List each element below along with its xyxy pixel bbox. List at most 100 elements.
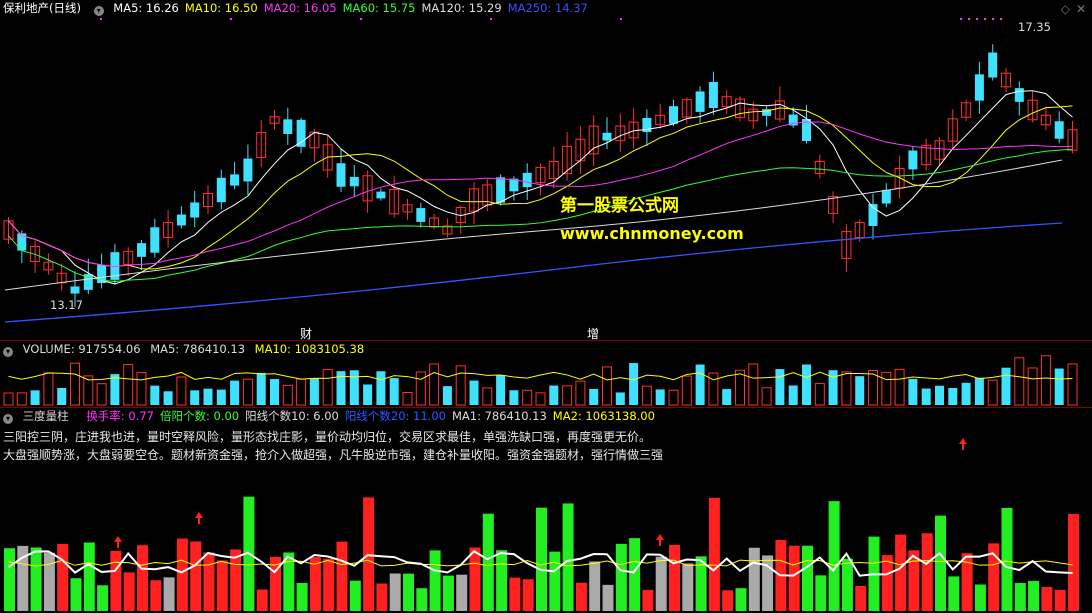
volume-bar xyxy=(921,388,931,405)
indicator-bar xyxy=(921,533,933,611)
candle-body xyxy=(988,52,998,78)
close-icon[interactable]: ✕ xyxy=(1076,2,1086,16)
indicator-bar xyxy=(682,563,694,611)
event-marker-2[interactable]: 增 xyxy=(587,325,599,340)
volume-bar xyxy=(496,375,506,405)
volume-bar xyxy=(429,363,440,406)
indicator-bar xyxy=(389,573,401,611)
volume-bar xyxy=(322,369,333,406)
watermark-url: www.chnmoney.com xyxy=(560,224,744,243)
candle-body xyxy=(695,91,705,112)
indicator-bar xyxy=(722,590,734,611)
volume-bar xyxy=(974,377,984,405)
indicator-bar xyxy=(110,550,122,611)
volume-bar xyxy=(1040,355,1051,406)
price-header: 保利地产(日线) ▾ MA5: 16.26 MA10: 16.50 MA20: 16… xyxy=(0,0,1092,16)
indicator-labels: 换手率: 0.77 倍阳个数: 0.00 阳线个数10: 6.00 阳线个数20: 1… xyxy=(86,409,661,423)
candle-body xyxy=(416,208,426,222)
indicator-bar xyxy=(296,582,308,611)
indicator-bar xyxy=(615,543,627,611)
candle-body xyxy=(150,227,160,253)
volume-bar xyxy=(123,364,134,406)
high-price-label: 17.35 xyxy=(1018,20,1051,34)
indicator-bar xyxy=(230,549,242,611)
indicator-bar xyxy=(1041,586,1053,611)
candle-body xyxy=(496,177,506,203)
indicator-bar xyxy=(815,575,827,611)
collapse-icon[interactable]: ▾ xyxy=(3,414,13,424)
price-panel[interactable]: 保利地产(日线) ▾ MA5: 16.26 MA10: 16.50 MA20: 16… xyxy=(0,0,1092,340)
signal-dot xyxy=(490,18,492,20)
volume-bar xyxy=(70,362,80,406)
indicator-bar xyxy=(549,551,561,611)
volume-bar xyxy=(668,389,679,406)
volume-bar xyxy=(575,380,586,406)
indicator-bar xyxy=(376,583,388,611)
volume-bar xyxy=(855,376,865,405)
indicator-bar xyxy=(57,543,69,611)
volume-bar xyxy=(641,385,652,406)
ma-label-2: MA20: 16.05 xyxy=(263,1,337,15)
event-marker-1[interactable]: 财 xyxy=(300,325,312,340)
volume-bar xyxy=(230,380,240,405)
indicator-bar xyxy=(589,561,601,611)
candle-body xyxy=(908,150,918,170)
volume-bar xyxy=(549,385,559,405)
volume-bar xyxy=(828,370,838,405)
volume-bar xyxy=(442,386,452,405)
ma-labels: MA5: 16.26 MA10: 16.50 MA20: 16.05 MA60: 15… xyxy=(113,1,594,15)
indicator-bar xyxy=(123,572,135,611)
volume-bar xyxy=(735,369,745,406)
indicator-bar xyxy=(1054,589,1066,611)
signal-dot xyxy=(984,18,986,20)
volume-bar xyxy=(761,387,772,406)
signal-dot xyxy=(230,18,232,20)
volume-bar xyxy=(190,390,200,405)
indicator-panel[interactable]: ▾ 三度量柱 换手率: 0.77 倍阳个数: 0.00 阳线个数10: 6.00 阳线… xyxy=(0,408,1092,613)
volume-bar xyxy=(629,363,639,405)
up-arrow-icon xyxy=(656,534,664,546)
signal-dot xyxy=(1000,18,1002,20)
indicator-bar xyxy=(748,547,760,611)
volume-bar xyxy=(961,382,971,405)
volume-panel[interactable]: ▾ VOLUME: 917554.06 MA5: 786410.13 MA10:… xyxy=(0,341,1092,407)
volume-bar xyxy=(296,378,307,406)
settings-icon[interactable]: ◇ xyxy=(1061,2,1070,16)
indicator-bar xyxy=(176,538,188,611)
indicator-bar xyxy=(416,588,428,611)
candle-body xyxy=(376,191,386,199)
indicator-label-1: 倍阳个数: 0.00 xyxy=(159,409,240,423)
collapse-icon[interactable]: ▾ xyxy=(93,6,104,16)
volume-bar xyxy=(455,365,466,406)
indicator-bar xyxy=(1014,582,1026,611)
indicator-bar xyxy=(137,545,148,611)
indicator-bar xyxy=(216,560,228,611)
indicator-bar xyxy=(629,538,641,611)
candlestick-chart[interactable] xyxy=(0,0,1092,340)
signal-dot xyxy=(620,18,622,20)
volume-bar xyxy=(176,376,187,406)
volume-bar xyxy=(3,392,14,406)
volume-bar xyxy=(309,378,319,405)
volume-bar xyxy=(256,372,266,405)
up-arrow-icon xyxy=(959,438,967,450)
indicator-bar xyxy=(522,579,534,611)
indicator-bar xyxy=(895,534,907,611)
candle-body xyxy=(708,82,718,108)
indicator-bar xyxy=(1068,513,1079,611)
signal-dot xyxy=(976,18,978,20)
volume-bar xyxy=(150,385,160,405)
indicator-label-3: 阳线个数20: 11.00 xyxy=(344,409,446,423)
indicator-note-2: 大盘强顺势涨，大盘弱要空仓。题材新资金强，抢介入做超强，凡牛股逆市强，建仓补量收… xyxy=(3,448,664,462)
indicator-label-5: MA2: 1063138.00 xyxy=(552,409,655,423)
indicator-bar xyxy=(97,585,109,611)
up-arrow-icon xyxy=(195,512,203,524)
volume-bar xyxy=(349,370,359,405)
volume-bar xyxy=(270,379,279,405)
indicator-bar xyxy=(1028,580,1040,611)
indicator-bar xyxy=(669,544,680,611)
collapse-icon[interactable]: ▾ xyxy=(3,347,13,357)
indicator-bar xyxy=(881,555,893,611)
candle-body xyxy=(243,158,253,182)
ma-label-5: MA250: 14.37 xyxy=(507,1,588,15)
